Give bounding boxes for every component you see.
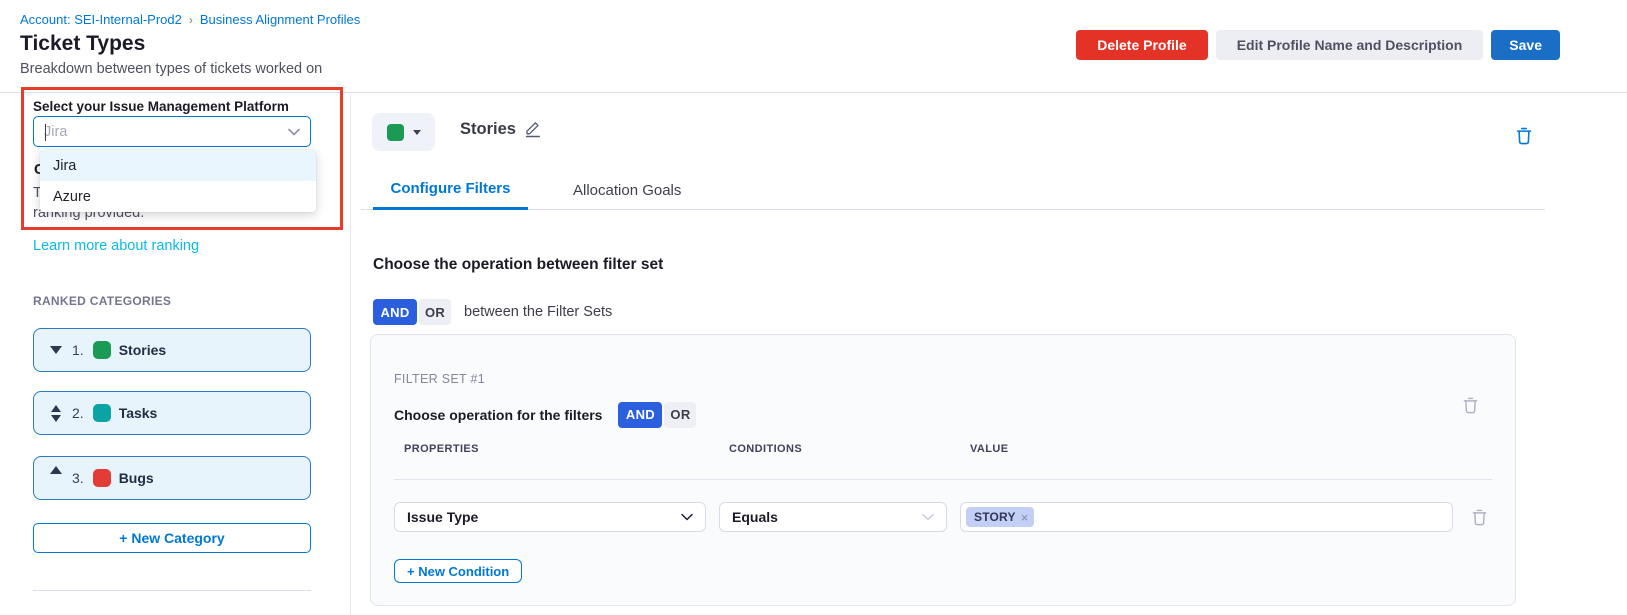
operator-caption: between the Filter Sets — [464, 304, 612, 320]
sort-up-icon[interactable] — [47, 466, 65, 474]
delete-profile-button[interactable]: Delete Profile — [1076, 30, 1207, 60]
learn-more-ranking-link[interactable]: Learn more about ranking — [33, 238, 199, 254]
category-rank: 2. — [72, 405, 84, 421]
category-rank: 1. — [72, 342, 84, 358]
filter-columns-header: PROPERTIES CONDITIONS VALUE — [394, 443, 1492, 455]
category-card-bugs[interactable]: 3. Bugs — [33, 456, 311, 500]
condition-select[interactable]: Equals — [719, 502, 947, 532]
conditions-column-header: CONDITIONS — [719, 443, 947, 455]
filters-operator-row: Choose operation for the filters AND OR — [394, 401, 696, 428]
and-or-toggle: AND OR — [618, 402, 696, 428]
business-alignment-profile-page: Account: SEI-Internal-Prod2 › Business A… — [0, 0, 1627, 615]
ranked-categories-title: RANKED CATEGORIES — [33, 294, 171, 308]
edit-pencil-icon[interactable] — [523, 119, 542, 138]
header-actions: Delete Profile Edit Profile Name and Des… — [1076, 30, 1560, 60]
value-input[interactable]: STORY × — [960, 502, 1453, 532]
tab-allocation-goals[interactable]: Allocation Goals — [555, 170, 699, 210]
breadcrumb-separator-icon: › — [189, 13, 193, 27]
and-button[interactable]: AND — [373, 299, 417, 325]
category-name: Tasks — [119, 405, 158, 421]
filters-operator-label: Choose operation for the filters — [394, 407, 602, 423]
chevron-down-icon — [288, 128, 300, 136]
platform-dropdown-menu: Jira Azure — [40, 150, 316, 212]
edit-profile-button[interactable]: Edit Profile Name and Description — [1216, 30, 1484, 60]
category-color-dot — [93, 404, 111, 422]
delete-condition-icon[interactable] — [1471, 508, 1488, 526]
properties-column-header: PROPERTIES — [394, 443, 706, 455]
breadcrumb: Account: SEI-Internal-Prod2 › Business A… — [20, 12, 360, 27]
breadcrumb-account-link[interactable]: Account: SEI-Internal-Prod2 — [20, 12, 182, 27]
new-condition-button[interactable]: + New Condition — [394, 559, 522, 583]
category-title: Stories — [460, 120, 516, 139]
chevron-down-icon — [922, 513, 934, 521]
category-card-stories[interactable]: 1. Stories — [33, 328, 311, 372]
page-subtitle: Breakdown between types of tickets worke… — [20, 61, 322, 77]
color-swatch — [387, 124, 404, 141]
header-divider — [0, 92, 1627, 93]
filter-set-card: FILTER SET #1 Choose operation for the f… — [370, 334, 1516, 606]
category-name: Bugs — [119, 470, 154, 486]
operation-heading: Choose the operation between filter set — [373, 256, 663, 274]
sort-down-icon[interactable] — [47, 346, 65, 354]
text-cursor — [45, 124, 46, 141]
category-color-dot — [93, 341, 111, 359]
category-name: Stories — [119, 342, 166, 358]
sort-up-down-icon[interactable] — [47, 405, 65, 422]
property-select[interactable]: Issue Type — [394, 502, 706, 532]
remove-tag-icon[interactable]: × — [1021, 510, 1029, 525]
menu-item-azure[interactable]: Azure — [40, 181, 316, 212]
chevron-down-icon — [681, 513, 693, 521]
value-tag: STORY × — [966, 507, 1034, 527]
tab-configure-filters[interactable]: Configure Filters — [373, 170, 528, 210]
filter-condition-row: Issue Type Equals STORY × — [394, 502, 1492, 532]
filter-set-operator-row: AND OR between the Filter Sets — [373, 299, 612, 325]
or-button[interactable]: OR — [419, 299, 451, 325]
platform-input[interactable] — [44, 124, 288, 140]
category-rank: 3. — [72, 470, 84, 486]
new-category-button[interactable]: + New Category — [33, 523, 311, 553]
tabbar-divider — [361, 209, 1545, 210]
sidebar-divider — [350, 92, 351, 615]
delete-filter-set-icon[interactable] — [1462, 396, 1479, 414]
menu-item-jira[interactable]: Jira — [40, 150, 316, 181]
platform-select-label: Select your Issue Management Platform — [33, 99, 289, 114]
and-or-toggle: AND OR — [373, 299, 451, 325]
sidebar-bottom-divider — [33, 590, 311, 591]
delete-category-icon[interactable] — [1515, 126, 1533, 145]
or-button[interactable]: OR — [664, 402, 696, 428]
and-button[interactable]: AND — [618, 402, 662, 428]
filter-set-title: FILTER SET #1 — [394, 372, 485, 386]
category-card-tasks[interactable]: 2. Tasks — [33, 391, 311, 435]
platform-combobox[interactable] — [33, 116, 311, 147]
caret-down-icon — [413, 130, 421, 135]
filter-header-divider — [394, 479, 1492, 480]
value-column-header: VALUE — [960, 443, 1453, 455]
page-title: Ticket Types — [20, 32, 145, 56]
save-button[interactable]: Save — [1491, 30, 1560, 60]
breadcrumb-section-link[interactable]: Business Alignment Profiles — [200, 12, 360, 27]
category-color-picker[interactable] — [372, 113, 435, 151]
category-color-dot — [93, 469, 111, 487]
